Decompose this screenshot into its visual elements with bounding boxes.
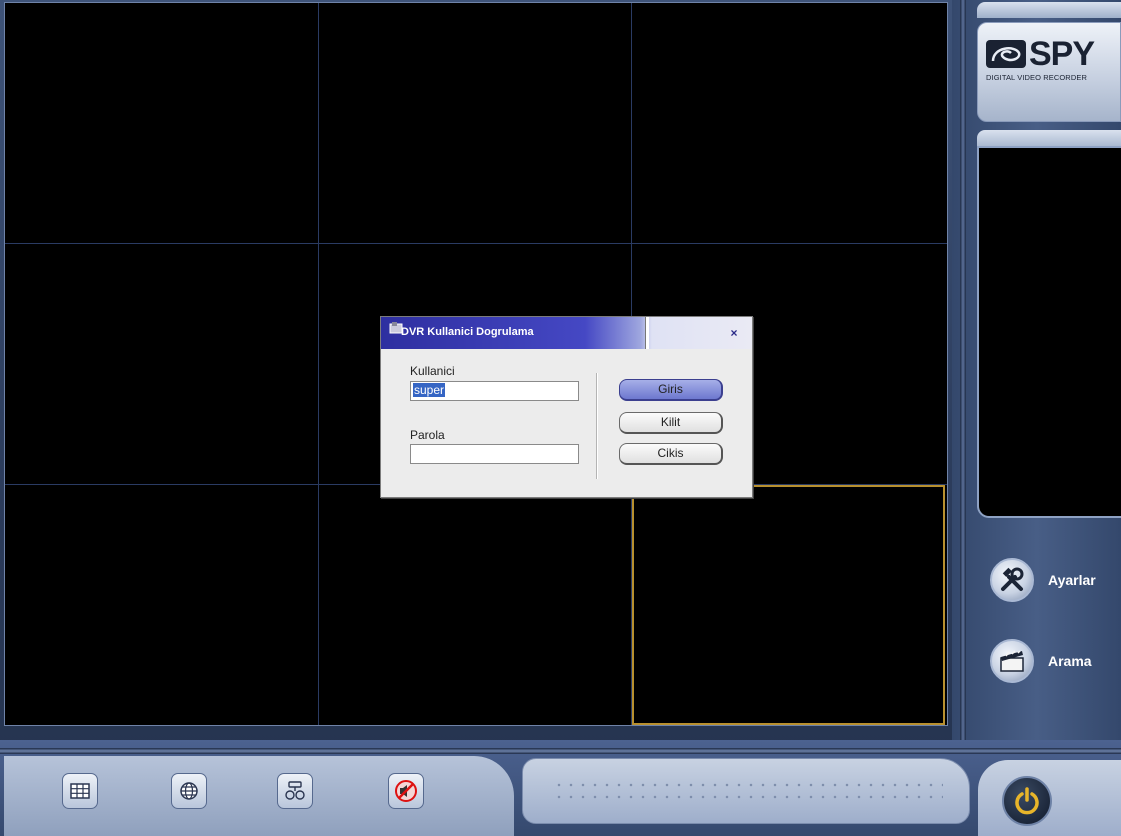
spiral-logo-icon [986,40,1026,68]
dialog-titlebar[interactable]: DVR Kullanici Dogrulama × [381,317,752,349]
network-button[interactable] [171,773,207,809]
logo-tab [977,2,1121,18]
lock-button[interactable]: Kilit [619,412,723,434]
status-dots [553,779,943,803]
clapperboard-icon [990,639,1034,683]
settings-button[interactable]: Ayarlar [990,557,1121,603]
grid-layout-button[interactable] [62,773,98,809]
tools-icon [990,558,1034,602]
selected-camera-cell[interactable] [632,485,945,725]
login-button[interactable]: Giris [619,379,723,401]
dialog-title: DVR Kullanici Dogrulama [401,326,534,338]
ptz-icon [285,781,305,800]
password-field[interactable] [410,444,579,464]
exit-button[interactable]: Cikis [619,443,723,465]
info-display [977,146,1121,518]
brand-subtitle: DIGITAL VIDEO RECORDER [986,73,1087,82]
password-label: Parola [410,428,445,442]
close-icon[interactable]: × [725,324,743,342]
ptz-button[interactable] [277,773,313,809]
settings-label: Ayarlar [1048,572,1096,588]
network-icon [180,782,198,800]
dialog-divider [596,373,598,479]
brand-name: SPY [1029,35,1095,73]
power-icon [1015,787,1039,815]
search-button[interactable]: Arama [990,638,1121,684]
grid-divider [5,243,947,244]
username-value: super [413,383,446,397]
search-label: Arama [1048,653,1092,669]
grid-divider [318,3,319,725]
status-strip [522,758,970,824]
grid-layout-icon [70,783,90,799]
mute-icon [395,780,417,802]
power-button[interactable] [1002,776,1052,826]
login-dialog: DVR Kullanici Dogrulama × Kullanici supe… [380,316,753,498]
side-rail [960,0,966,740]
username-field[interactable]: super [410,381,579,401]
bottom-rail [0,748,1121,754]
username-label: Kullanici [410,364,455,378]
title-separator [645,317,649,349]
mute-button[interactable] [388,773,424,809]
brand-logo: SPY [985,34,1121,74]
